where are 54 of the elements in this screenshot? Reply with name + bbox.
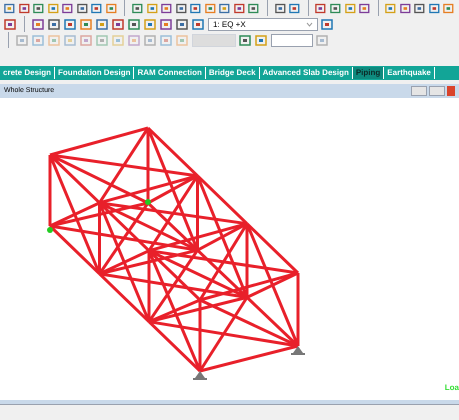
tool-icon[interactable] [359,2,371,14]
tool-icon[interactable] [190,2,202,14]
tool-icon[interactable] [219,2,231,14]
tool-icon[interactable] [321,18,334,30]
tool-icon[interactable] [248,2,260,14]
tool-icon[interactable] [4,2,16,14]
input-field[interactable] [271,34,313,46]
ribbon-tab[interactable]: Earthquake [384,67,435,79]
dropdown-field[interactable] [192,34,236,46]
tool-icon[interactable] [146,2,158,14]
tool-icon[interactable] [255,34,268,46]
ribbon-tab[interactable]: Foundation Design [55,67,134,79]
tool-icon[interactable] [192,18,205,30]
tool-icon[interactable] [96,18,109,30]
tool-icon[interactable] [80,18,93,30]
tool-icon[interactable] [315,2,327,14]
tool-icon[interactable] [176,2,188,14]
tool-icon[interactable] [91,2,103,14]
tool-icon[interactable] [274,2,286,14]
ribbon-tab[interactable]: Bridge Deck [206,67,260,79]
chevron-down-icon [306,22,313,26]
tool-icon[interactable] [128,18,141,30]
tool-icon[interactable] [289,2,301,14]
tool-icon[interactable] [239,34,252,46]
tool-icon[interactable] [400,2,412,14]
load-case-dropdown[interactable]: 1: EQ +X [208,18,318,30]
tool-icon[interactable] [443,2,455,14]
tool-icon[interactable] [112,18,125,30]
tool-icon[interactable] [160,18,173,30]
tool-icon[interactable] [176,18,189,30]
tool-icon[interactable] [385,2,397,14]
tool-icon[interactable] [414,2,426,14]
tool-icon[interactable] [161,2,173,14]
tool-icon[interactable] [330,2,342,14]
ribbon-tab[interactable]: Piping [352,67,384,79]
tool-icon[interactable] [48,18,61,30]
tool-icon[interactable] [48,2,60,14]
tool-icon[interactable] [428,2,440,14]
tool-icon[interactable] [144,18,157,30]
tool-icon[interactable] [204,2,216,14]
ribbon-tab[interactable]: RAM Connection [134,67,206,79]
tool-icon[interactable] [18,2,30,14]
tool-icon[interactable] [344,2,356,14]
tool-icon[interactable] [132,2,144,14]
tool-icon[interactable] [64,18,77,30]
ribbon-tab[interactable]: crete Design [0,67,56,79]
tool-icon[interactable] [106,2,118,14]
tool-icon[interactable] [76,2,88,14]
tool-icon[interactable] [62,2,74,14]
status-text: Loa [444,382,459,394]
tool-icon[interactable] [32,18,45,30]
tool-icon[interactable] [234,2,246,14]
tool-icon[interactable] [4,18,17,30]
tool-icon[interactable] [33,2,45,14]
